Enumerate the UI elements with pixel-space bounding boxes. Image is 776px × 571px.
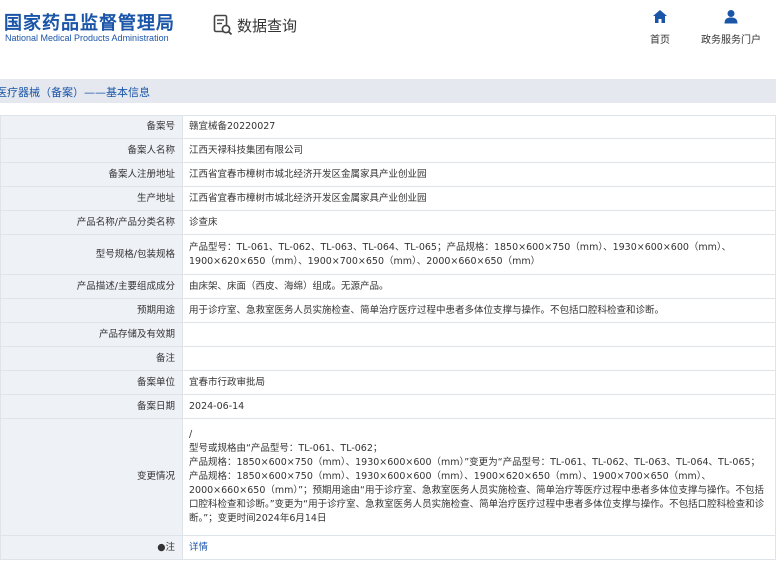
field-value — [182, 346, 776, 371]
nav-service-portal[interactable]: 政务服务门户 — [701, 9, 761, 47]
record-detail-table: 备案号 赣宜械备20220027 备案人名称 江西天禄科技集团有限公司 备案人注… — [0, 115, 776, 560]
user-icon — [724, 10, 738, 24]
table-row: 备注 — [0, 346, 776, 371]
site-logo-subtitle: National Medical Products Administration — [5, 33, 169, 43]
field-value: 赣宜械备20220027 — [182, 115, 776, 139]
field-value: 江西省宜春市樟树市城北经济开发区金属家具产业创业园 — [182, 186, 776, 211]
page-title-text: 数据查询 — [237, 16, 298, 35]
table-row: 生产地址 江西省宜春市樟树市城北经济开发区金属家具产业创业园 — [0, 186, 776, 211]
field-label: 预期用途 — [0, 298, 183, 323]
page-title: 数据查询 — [213, 12, 297, 38]
table-row: 产品名称/产品分类名称 诊查床 — [0, 210, 776, 235]
field-value: 用于诊疗室、急救室医务人员实施检查、简单治疗医疗过程中患者多体位支撑与操作。不包… — [182, 298, 776, 323]
table-row: 备案人名称 江西天禄科技集团有限公司 — [0, 138, 776, 163]
field-value: 江西省宜春市樟树市城北经济开发区金属家具产业创业园 — [182, 162, 776, 187]
field-label: ●注 — [0, 535, 183, 560]
nav-home-label: 首页 — [650, 35, 670, 46]
field-label: 备案人注册地址 — [0, 162, 183, 187]
field-label: 备案日期 — [0, 394, 183, 419]
field-value: 宜春市行政审批局 — [182, 370, 776, 395]
table-row: 变更情况 / 型号或规格由“产品型号：TL-061、TL-062； 产品规格：1… — [0, 418, 776, 536]
field-value: 江西天禄科技集团有限公司 — [182, 138, 776, 163]
field-value: 2024-06-14 — [182, 394, 776, 419]
table-row: 产品描述/主要组成成分 由床架、床面（西皮、海绵）组成。无源产品。 — [0, 274, 776, 299]
field-value: / 型号或规格由“产品型号：TL-061、TL-062； 产品规格：1850×6… — [182, 418, 776, 536]
home-icon — [653, 10, 667, 23]
field-label: 备案人名称 — [0, 138, 183, 163]
field-value: 由床架、床面（西皮、海绵）组成。无源产品。 — [182, 274, 776, 299]
field-label: 备案单位 — [0, 370, 183, 395]
table-row: ●注 详情 — [0, 535, 776, 560]
field-label: 备注 — [0, 346, 183, 371]
table-row: 型号规格/包装规格 产品型号：TL-061、TL-062、TL-063、TL-0… — [0, 234, 776, 275]
table-row: 备案单位 宜春市行政审批局 — [0, 370, 776, 395]
table-row: 备案号 赣宜械备20220027 — [0, 115, 776, 139]
breadcrumb-text: 医疗器械（备案）——基本信息 — [0, 86, 150, 99]
field-value: 诊查床 — [182, 210, 776, 235]
field-value — [182, 322, 776, 347]
table-row: 产品存储及有效期 — [0, 322, 776, 347]
field-label: 变更情况 — [0, 418, 183, 536]
nav-service-portal-label: 政务服务门户 — [701, 35, 761, 46]
site-logo-title[interactable]: 国家药品监督管理局 — [4, 9, 175, 35]
table-row: 备案日期 2024-06-14 — [0, 394, 776, 419]
field-label: 型号规格/包装规格 — [0, 234, 183, 275]
site-header: 国家药品监督管理局 National Medical Products Admi… — [0, 0, 776, 62]
nav-home[interactable]: 首页 — [630, 9, 690, 47]
table-row: 备案人注册地址 江西省宜春市樟树市城北经济开发区金属家具产业创业园 — [0, 162, 776, 187]
search-document-icon — [213, 14, 233, 36]
breadcrumb: 医疗器械（备案）——基本信息 — [0, 79, 776, 103]
table-row: 预期用途 用于诊疗室、急救室医务人员实施检查、简单治疗医疗过程中患者多体位支撑与… — [0, 298, 776, 323]
field-label: 生产地址 — [0, 186, 183, 211]
field-value: 产品型号：TL-061、TL-062、TL-063、TL-064、TL-065；… — [182, 234, 776, 275]
detail-link[interactable]: 详情 — [189, 542, 208, 553]
field-label: 备案号 — [0, 115, 183, 139]
field-label: 产品名称/产品分类名称 — [0, 210, 183, 235]
field-label: 产品描述/主要组成成分 — [0, 274, 183, 299]
field-value: 详情 — [182, 535, 776, 560]
field-label: 产品存储及有效期 — [0, 322, 183, 347]
